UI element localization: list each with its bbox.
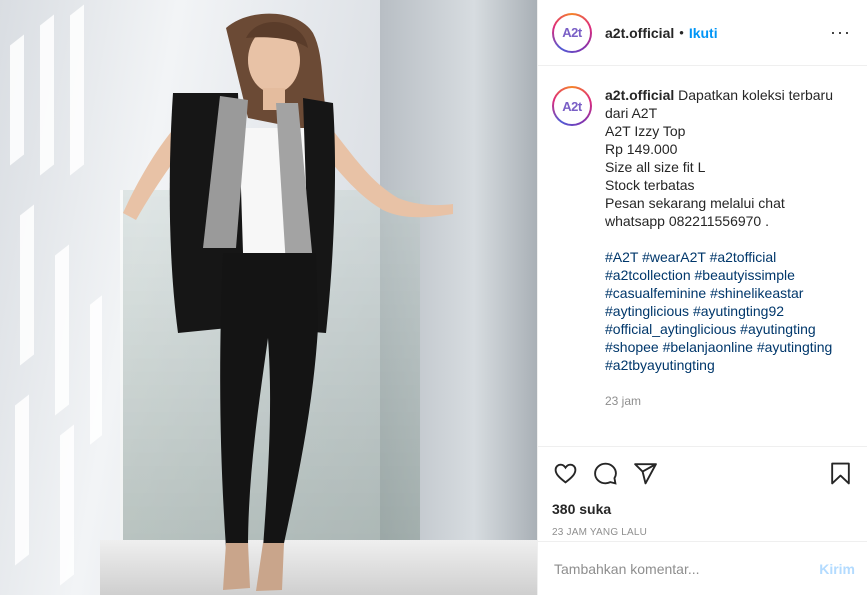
hashtag-list: #A2T #wearA2T #a2tofficial #a2tcollectio… — [605, 248, 845, 374]
avatar-logo: A2t — [554, 88, 590, 124]
avatar[interactable]: A2t — [552, 12, 592, 53]
follow-button[interactable]: Ikuti — [689, 25, 718, 41]
hashtag-link[interactable]: #beautyissimple — [695, 267, 795, 283]
hashtag-link[interactable]: #ayutingting — [757, 339, 833, 355]
hashtag-link[interactable]: #casualfeminine — [605, 285, 706, 301]
caption-area: A2t a2t.official Dapatkan koleksi terbar… — [538, 66, 867, 426]
avatar-logo: A2t — [554, 14, 590, 51]
wall-pattern — [60, 424, 74, 586]
caption-username[interactable]: a2t.official — [605, 87, 674, 103]
post-header: A2t a2t.official • Ikuti ··· — [538, 0, 867, 66]
caption-line: Size all size fit L — [605, 159, 706, 175]
hashtag-link[interactable]: #aytinglicious — [605, 303, 689, 319]
hashtag-link[interactable]: #a2tbyayutingting — [605, 357, 715, 373]
hashtag-link[interactable]: #A2T — [605, 249, 638, 265]
comment-input[interactable] — [554, 560, 820, 577]
caption-line: Rp 149.000 — [605, 141, 678, 157]
comment-icon[interactable] — [592, 460, 618, 486]
wall-pattern — [90, 295, 102, 445]
wall-pattern — [40, 14, 54, 176]
model-figure — [123, 13, 453, 591]
wall-pattern — [20, 204, 34, 366]
wall-pattern — [10, 34, 24, 166]
caption-avatar[interactable]: A2t — [552, 86, 592, 126]
wall-pattern — [70, 4, 84, 176]
more-options-icon[interactable]: ··· — [830, 22, 851, 43]
caption-timestamp[interactable]: 23 jam — [605, 392, 845, 410]
hashtag-link[interactable]: #a2tcollection — [605, 267, 691, 283]
post-side-panel: A2t a2t.official • Ikuti ··· A2t a2t.off… — [537, 0, 867, 595]
header-username[interactable]: a2t.official — [605, 25, 674, 41]
hashtag-link[interactable]: #official_aytinglicious — [605, 321, 736, 337]
hashtag-link[interactable]: #ayutingting92 — [693, 303, 784, 319]
action-icons — [552, 457, 853, 489]
wall-pattern — [55, 244, 69, 416]
likes-count[interactable]: 380 suka — [552, 501, 853, 517]
caption-line: A2T Izzy Top — [605, 123, 686, 139]
hashtag-link[interactable]: #ayutingting — [740, 321, 816, 337]
caption-body: a2t.official Dapatkan koleksi terbaru da… — [605, 86, 845, 426]
hashtag-link[interactable]: #wearA2T — [642, 249, 706, 265]
caption-line: Stock terbatas — [605, 177, 695, 193]
separator-dot: • — [679, 25, 684, 40]
caption-text: a2t.official Dapatkan koleksi terbaru da… — [605, 86, 845, 122]
hashtag-link[interactable]: #shopee — [605, 339, 659, 355]
heart-icon[interactable] — [552, 460, 578, 486]
post-timestamp[interactable]: 23 JAM YANG LALU — [552, 527, 853, 538]
hashtag-link[interactable]: #belanjaonline — [663, 339, 753, 355]
instagram-post: A2t a2t.official • Ikuti ··· A2t a2t.off… — [0, 0, 867, 595]
comment-bar: Kirim — [538, 541, 867, 595]
hashtag-link[interactable]: #shinelikeastar — [710, 285, 803, 301]
post-comment-button[interactable]: Kirim — [819, 561, 855, 577]
wall-pattern — [15, 394, 29, 566]
bookmark-icon[interactable] — [827, 460, 853, 486]
action-bar: 380 suka 23 JAM YANG LALU — [538, 446, 867, 538]
share-icon[interactable] — [632, 460, 658, 486]
hashtag-link[interactable]: #a2tofficial — [710, 249, 777, 265]
post-photo[interactable] — [0, 0, 537, 595]
caption-line: Pesan sekarang melalui chat whatsapp 082… — [605, 195, 785, 229]
